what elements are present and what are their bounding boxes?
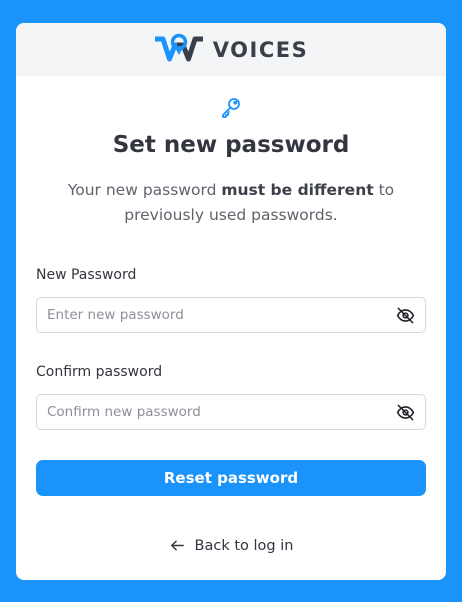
confirm-password-field[interactable] <box>36 394 426 430</box>
reset-password-button[interactable]: Reset password <box>36 460 426 496</box>
arrow-left-icon <box>169 537 186 554</box>
brand-name: VOICES <box>212 37 309 62</box>
new-password-label: New Password <box>36 267 137 283</box>
eye-off-icon[interactable] <box>396 306 415 325</box>
brand-logo[interactable]: VOICES <box>154 33 308 67</box>
subtitle-text: Your new password <box>67 181 222 199</box>
reset-password-card: VOICES Set new password Your new passwor… <box>16 23 446 580</box>
confirm-password-label: Confirm password <box>36 364 163 380</box>
eye-off-icon[interactable] <box>396 403 415 422</box>
new-password-field[interactable] <box>36 297 426 333</box>
new-password-input[interactable] <box>37 298 387 332</box>
page-subtitle: Your new password must be different to p… <box>46 178 416 228</box>
subtitle-emphasis: must be different <box>221 181 374 199</box>
back-to-login-link[interactable]: Back to log in <box>16 537 446 554</box>
page-title: Set new password <box>112 132 350 158</box>
brand-header: VOICES <box>16 23 446 76</box>
voices-logo-icon <box>154 33 204 67</box>
confirm-password-input[interactable] <box>37 395 387 429</box>
back-to-login-label: Back to log in <box>194 537 294 554</box>
key-icon <box>219 96 243 120</box>
